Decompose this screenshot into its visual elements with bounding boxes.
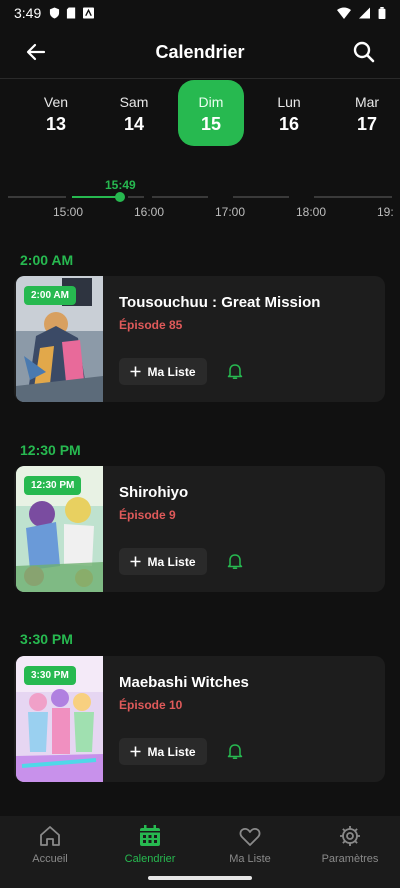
arrow-left-icon <box>26 43 46 61</box>
add-to-list-label: Ma Liste <box>147 364 196 379</box>
sd-card-icon <box>67 7 76 19</box>
section-time-heading: 3:30 PM <box>20 631 73 647</box>
anime-card[interactable]: 3:30 PM Maebashi Witches Épisode 10 Ma L… <box>14 656 385 782</box>
app-bar: Calendrier <box>0 26 400 78</box>
timeline-track <box>233 196 289 198</box>
nav-label: Calendrier <box>124 853 176 865</box>
day-name: Lun <box>277 94 301 110</box>
bell-icon[interactable] <box>226 742 244 760</box>
add-to-list-button[interactable]: Ma Liste <box>119 738 207 765</box>
time-badge: 2:00 AM <box>24 286 76 305</box>
plus-icon <box>130 556 141 567</box>
timeline-label: 17:00 <box>215 205 246 219</box>
calendar-icon <box>140 825 160 846</box>
poster-image[interactable]: 2:00 AM <box>16 276 103 402</box>
timeline-track <box>152 196 208 198</box>
battery-icon <box>378 7 386 19</box>
timeline-track <box>8 196 66 198</box>
shield-icon <box>50 7 60 19</box>
signal-icon <box>359 7 370 19</box>
timeline-label: 16:00 <box>134 205 165 219</box>
time-badge: 12:30 PM <box>24 476 82 495</box>
day-selector: Ven 13 Sam 14 Dim 15 Lun 16 Mar 17 <box>0 80 400 148</box>
day-name: Mar <box>354 94 380 110</box>
day-number: 13 <box>45 114 67 134</box>
episode-label: Épisode 85 <box>119 318 183 332</box>
add-to-list-label: Ma Liste <box>147 554 196 569</box>
anime-title: Maebashi Witches <box>119 674 249 691</box>
timeline-label: 19: <box>377 205 394 219</box>
plus-icon <box>130 366 141 377</box>
current-time-marker[interactable] <box>115 192 125 202</box>
add-to-list-label: Ma Liste <box>147 744 196 759</box>
day-number: 15 <box>200 114 222 134</box>
time-scrubber[interactable]: 15:49 15:00 16:00 17:00 18:00 19: <box>0 172 400 222</box>
day-number: 14 <box>123 114 145 134</box>
timeline-label: 15:00 <box>53 205 84 219</box>
wifi-icon <box>337 7 351 19</box>
home-indicator <box>148 876 252 880</box>
nav-label: Ma Liste <box>229 853 271 865</box>
bell-icon[interactable] <box>226 552 244 570</box>
settings-icon <box>340 826 360 846</box>
heart-icon <box>239 827 261 846</box>
status-time: 3:49 <box>14 5 42 21</box>
header-divider <box>0 78 400 79</box>
section-time-heading: 12:30 PM <box>20 442 81 458</box>
day-sam[interactable]: Sam 14 <box>101 80 167 146</box>
day-name: Ven <box>43 94 69 110</box>
anime-card[interactable]: 2:00 AM Tousouchuu : Great Mission Épiso… <box>14 276 385 402</box>
anime-card[interactable]: 12:30 PM Shirohiyo Épisode 9 Ma Liste <box>14 466 385 592</box>
status-bar: 3:49 <box>0 0 400 26</box>
day-number: 17 <box>356 114 378 134</box>
day-ven[interactable]: Ven 13 <box>23 80 89 146</box>
day-lun[interactable]: Lun 16 <box>256 80 322 146</box>
page-title: Calendrier <box>155 41 245 62</box>
episode-label: Épisode 10 <box>119 698 183 712</box>
timeline-track <box>128 196 144 198</box>
day-number: 16 <box>278 114 300 134</box>
timeline-progress <box>72 196 120 198</box>
bell-icon[interactable] <box>226 362 244 380</box>
episode-label: Épisode 9 <box>119 508 176 522</box>
day-mar[interactable]: Mar 17 <box>334 80 400 146</box>
back-button[interactable] <box>22 38 50 66</box>
nav-item-parametres[interactable]: Paramètres <box>300 816 400 888</box>
home-icon <box>40 826 60 846</box>
search-icon <box>353 41 375 63</box>
nav-label: Paramètres <box>321 853 379 865</box>
time-badge: 3:30 PM <box>24 666 76 685</box>
plus-icon <box>130 746 141 757</box>
timeline-label: 18:00 <box>296 205 327 219</box>
nav-label: Accueil <box>32 853 68 865</box>
add-to-list-button[interactable]: Ma Liste <box>119 548 207 575</box>
nav-item-accueil[interactable]: Accueil <box>0 816 100 888</box>
current-time-label: 15:49 <box>105 178 136 192</box>
anime-title: Shirohiyo <box>119 484 189 501</box>
poster-image[interactable]: 3:30 PM <box>16 656 103 782</box>
notification-app-icon <box>83 7 95 19</box>
day-dim-selected[interactable]: Dim 15 <box>178 80 244 146</box>
anime-title: Tousouchuu : Great Mission <box>119 294 321 311</box>
day-name: Sam <box>119 94 149 110</box>
day-name: Dim <box>198 94 224 110</box>
timeline-track <box>314 196 392 198</box>
poster-image[interactable]: 12:30 PM <box>16 466 103 592</box>
section-time-heading: 2:00 AM <box>20 252 74 268</box>
add-to-list-button[interactable]: Ma Liste <box>119 358 207 385</box>
search-button[interactable] <box>350 38 378 66</box>
